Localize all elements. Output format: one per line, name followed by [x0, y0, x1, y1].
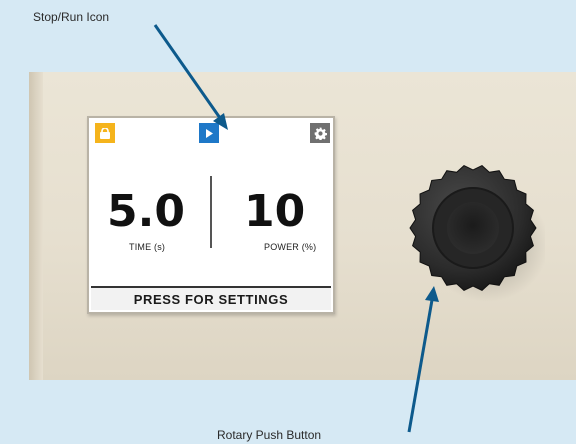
gear-icon[interactable] [310, 123, 330, 143]
power-value: 10 [244, 186, 306, 237]
press-for-settings-bar: PRESS FOR SETTINGS [91, 286, 331, 310]
time-value: 5.0 [107, 186, 185, 237]
stop-run-callout: Stop/Run Icon [33, 10, 110, 24]
rotary-button-callout: Rotary Push Button [217, 428, 322, 442]
play-icon[interactable] [199, 123, 219, 143]
time-label: TIME (s) [129, 242, 166, 252]
display-divider [210, 176, 212, 248]
lock-icon[interactable] [95, 123, 115, 143]
power-label: POWER (%) [264, 242, 317, 252]
panel-edge [29, 72, 43, 380]
rotary-push-button[interactable] [405, 160, 545, 302]
display-screen: 5.0 10 TIME (s) POWER (%) PRESS FOR SETT… [87, 116, 335, 314]
